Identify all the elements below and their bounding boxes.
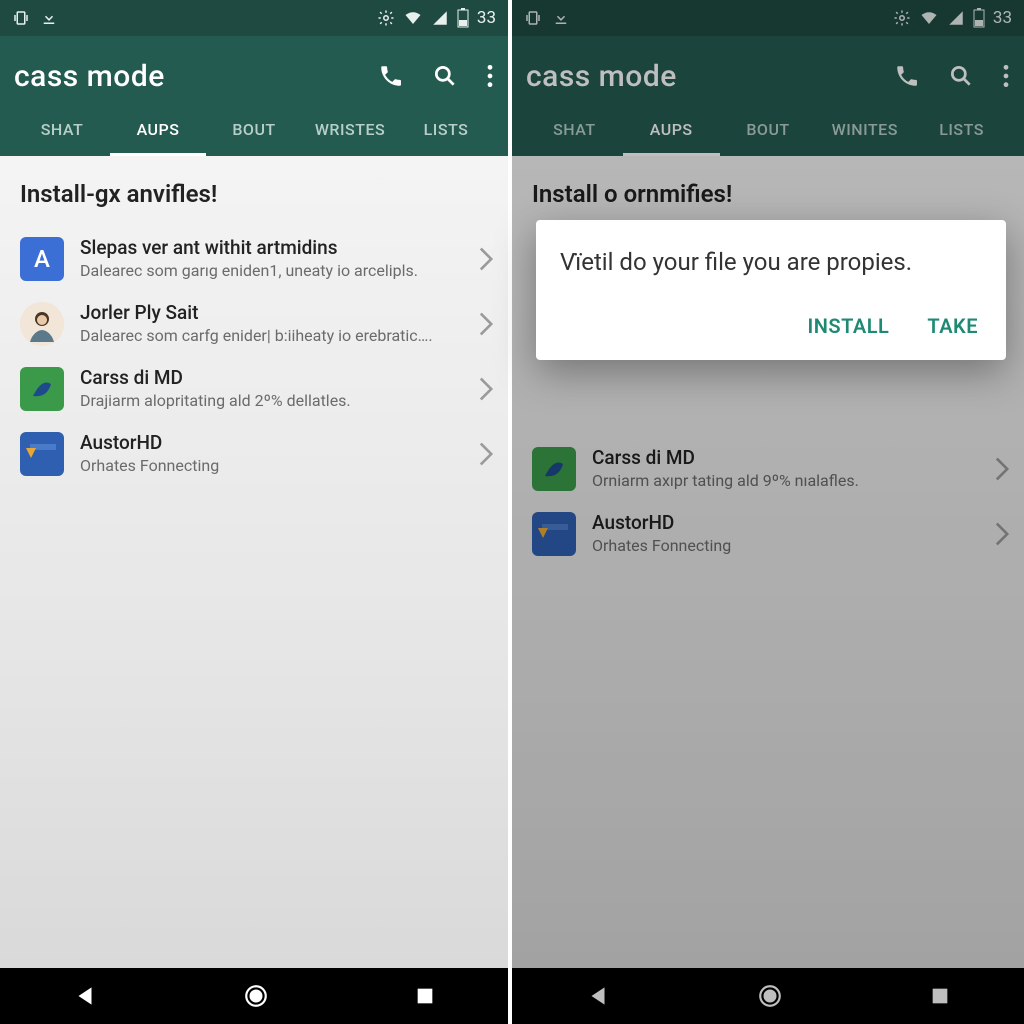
tabs: SHAT AUPS BOUT WINITES LISTS [526,108,1010,156]
item-subtitle: Orhates Fonnecting [592,536,978,556]
phone-icon[interactable] [894,63,920,89]
recents-button[interactable] [929,985,951,1007]
app-icon [532,447,576,491]
app-icon [20,432,64,476]
item-title: Jorler Ply Sait [80,301,462,324]
app-icon [532,512,576,556]
download-icon [552,9,570,27]
battery-icon [457,8,469,28]
chevron-right-icon [994,456,1010,482]
nav-bar [0,968,508,1024]
phone-right: 33 cass mode SHAT AUPS BOUT WINITES LIST… [512,0,1024,1024]
content-area: Install-gx anvifles! A Slepas ver ant wi… [0,156,508,968]
list-item[interactable]: A Slepas ver ant withit artmidins Dalear… [0,226,508,291]
install-button[interactable]: INSTALL [803,306,893,346]
tab-bout[interactable]: BOUT [206,108,302,156]
tab-wristes[interactable]: WRISTES [302,108,398,156]
nav-bar [512,968,1024,1024]
vibrate-icon [12,9,30,27]
list-item[interactable]: Carss di MD Drajiarm alopritating ald 2º… [0,356,508,421]
tab-lists[interactable]: LISTS [913,108,1010,156]
tabs: SHAT AUPS BOUT WRISTES LISTS [14,108,494,156]
wifi-icon [403,9,423,27]
item-title: Carss di MD [592,446,978,469]
item-subtitle: Orniarm axıpr tating ald 9º% nıalafles. [592,471,978,491]
item-subtitle: Orhates Fonnecting [80,456,462,476]
chevron-right-icon [478,246,494,272]
tab-winites[interactable]: WINITES [816,108,913,156]
back-button[interactable] [585,983,611,1009]
take-button[interactable]: TAKE [923,306,982,346]
recents-button[interactable] [414,985,436,1007]
battery-icon [973,8,985,28]
status-bar: 33 [0,0,508,36]
tab-shat[interactable]: SHAT [526,108,623,156]
battery-percent: 33 [477,8,496,28]
item-title: AustorHD [592,511,978,534]
app-icon: A [20,237,64,281]
app-title: cass mode [526,59,677,94]
avatar-icon [20,302,64,346]
tab-aups[interactable]: AUPS [110,108,206,156]
gear-icon [893,9,911,27]
item-subtitle: Dalearec som garıg eniden1, uneaty io ar… [80,261,462,281]
chevron-right-icon [994,521,1010,547]
search-icon[interactable] [948,63,974,89]
list-item[interactable]: AustorHD Orhates Fonnecting [512,501,1024,566]
signal-icon [431,9,449,27]
download-icon [40,9,58,27]
section-heading: Install-gx anvifles! [0,174,508,226]
app-icon [20,367,64,411]
phone-icon[interactable] [378,63,404,89]
more-icon[interactable] [1002,63,1010,89]
home-button[interactable] [243,983,269,1009]
vibrate-icon [524,9,542,27]
more-icon[interactable] [486,63,494,89]
section-heading: Install o ornmifies! [512,174,1024,226]
item-subtitle: Drajiarm alopritating ald 2º% dellatles. [80,391,462,411]
chevron-right-icon [478,376,494,402]
tab-aups[interactable]: AUPS [623,108,720,156]
tab-bout[interactable]: BOUT [720,108,817,156]
tab-shat[interactable]: SHAT [14,108,110,156]
item-title: Carss di MD [80,366,462,389]
dialog-message: Vïetil do your file you are propies. [560,246,982,278]
home-button[interactable] [757,983,783,1009]
phone-left: 33 cass mode SHAT AUPS BOUT WRISTES [0,0,512,1024]
chevron-right-icon [478,441,494,467]
search-icon[interactable] [432,63,458,89]
item-subtitle: Dalearec som carfg enider| b:iiheaty io … [80,326,462,346]
back-button[interactable] [72,983,98,1009]
gear-icon [377,9,395,27]
app-title: cass mode [14,59,165,94]
item-title: AustorHD [80,431,462,454]
install-dialog: Vïetil do your file you are propies. INS… [536,220,1006,360]
item-title: Slepas ver ant withit artmidins [80,236,462,259]
list-item[interactable]: Jorler Ply Sait Dalearec som carfg enide… [0,291,508,356]
battery-percent: 33 [993,8,1012,28]
status-bar: 33 [512,0,1024,36]
wifi-icon [919,9,939,27]
app-bar: cass mode SHAT AUPS BOUT WINITES LISTS [512,36,1024,156]
app-bar: cass mode SHAT AUPS BOUT WRISTES LISTS [0,36,508,156]
signal-icon [947,9,965,27]
chevron-right-icon [478,311,494,337]
list-item[interactable]: Carss di MD Orniarm axıpr tating ald 9º%… [512,436,1024,501]
tab-lists[interactable]: LISTS [398,108,494,156]
list-item[interactable]: AustorHD Orhates Fonnecting [0,421,508,486]
